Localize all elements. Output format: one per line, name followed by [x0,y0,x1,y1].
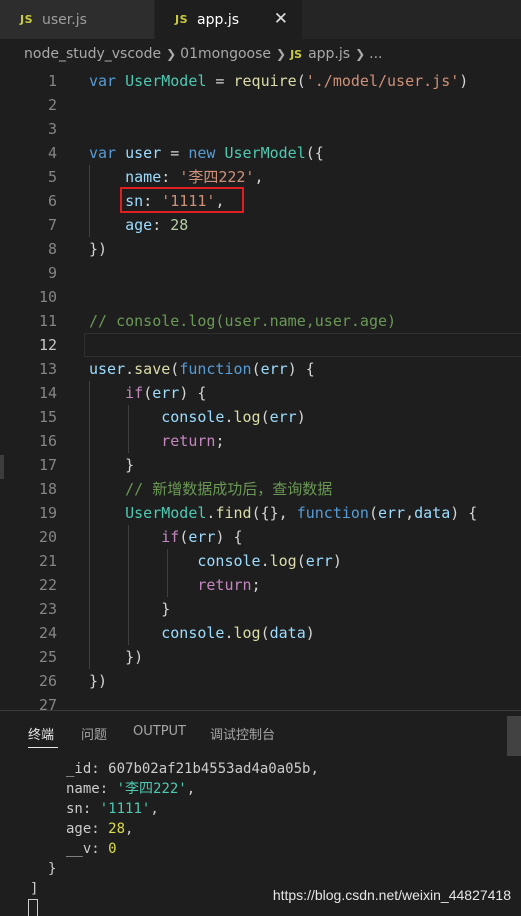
code-line: 19 UserModel.find({}, function(err,data)… [38,504,478,522]
code-line: 6 sn: '1111', [47,192,225,210]
breadcrumb-more[interactable]: ... [369,46,382,62]
code-line: 20 if(err) { [38,528,243,546]
tab-label: user.js [42,11,87,28]
tab-app-js[interactable]: JS app.js ✕ [155,0,302,39]
code-line: 25 }) [38,648,144,666]
bottom-panel: 终端 问题 OUTPUT 调试控制台 _id: 607b02af21b4553a… [0,710,521,916]
code-line: 22 return; [38,576,261,594]
js-file-icon: JS [20,13,34,26]
breadcrumb-folder[interactable]: 01mongoose [180,46,271,62]
code-line: 21 console.log(err) [38,552,342,570]
js-file-icon: JS [290,47,303,61]
active-tab-indicator [28,747,58,748]
tab-label: app.js [197,11,240,28]
editor-tab-bar: JS user.js JS app.js ✕ [0,0,521,39]
chevron-right-icon: ❯ [276,47,287,61]
terminal-output-line: __v: 0 [66,841,117,857]
terminal-output-line: sn: '1111', [66,801,159,817]
code-line: 23 } [38,600,171,618]
code-line: 11// console.log(user.name,user.age) [38,312,397,330]
code-line-current: 12 [38,336,57,354]
code-line: 15 console.log(err) [38,408,306,426]
tab-output[interactable]: OUTPUT [133,724,186,739]
chevron-right-icon: ❯ [166,47,177,61]
tab-problems[interactable]: 问题 [81,724,107,743]
tab-user-js[interactable]: JS user.js [0,0,155,39]
terminal-output-line: age: 28, [66,821,134,837]
code-line: 2 [47,96,57,114]
code-line: 3 [47,120,57,138]
terminal-output-line: name: '李四222', [66,781,196,797]
chevron-right-icon: ❯ [355,47,366,61]
breadcrumb-file[interactable]: app.js [308,46,350,62]
close-icon[interactable]: ✕ [274,9,288,29]
code-line: 9 [47,264,57,282]
terminal-cursor [28,899,38,916]
breadcrumb-project[interactable]: node_study_vscode [24,46,161,62]
code-line: 4 var user = new UserModel({ [47,144,324,162]
code-line: 14 if(err) { [38,384,207,402]
code-line: 7 age: 28 [47,216,189,234]
code-line: 8}) [47,240,108,258]
scrollbar-marker [0,455,4,479]
code-line: 18 // 新增数据成功后，查询数据 [38,480,333,498]
code-line: 24 console.log(data) [38,624,315,642]
code-line: 13 user.save(function(err) { [38,360,315,378]
code-line: 5 name: '李四222', [47,168,264,186]
panel-scrollbar[interactable] [507,716,521,756]
code-editor[interactable]: 1 var UserModel = require('./model/user.j… [0,69,521,714]
code-line: 1 var UserModel = require('./model/user.j… [47,72,469,90]
code-line: 10 [38,288,57,306]
code-line: 16 return; [38,432,225,450]
panel-tab-bar: 终端 问题 OUTPUT 调试控制台 [0,711,521,751]
js-file-icon: JS [175,13,189,26]
terminal-output-line: ] [30,881,39,897]
watermark: https://blog.csdn.net/weixin_44827418 [272,887,511,903]
tab-debug-console[interactable]: 调试控制台 [210,724,275,743]
code-line: 17 } [38,456,135,474]
terminal-output-line: } [48,861,57,877]
breadcrumb: node_study_vscode ❯ 01mongoose ❯ JS app.… [0,39,521,69]
tab-terminal[interactable]: 终端 [28,724,54,743]
code-line: 26}) [38,672,108,690]
highlight-annotation-box [120,187,244,213]
terminal-output-line: _id: 607b02af21b4553ad4a0a05b, [66,761,319,777]
